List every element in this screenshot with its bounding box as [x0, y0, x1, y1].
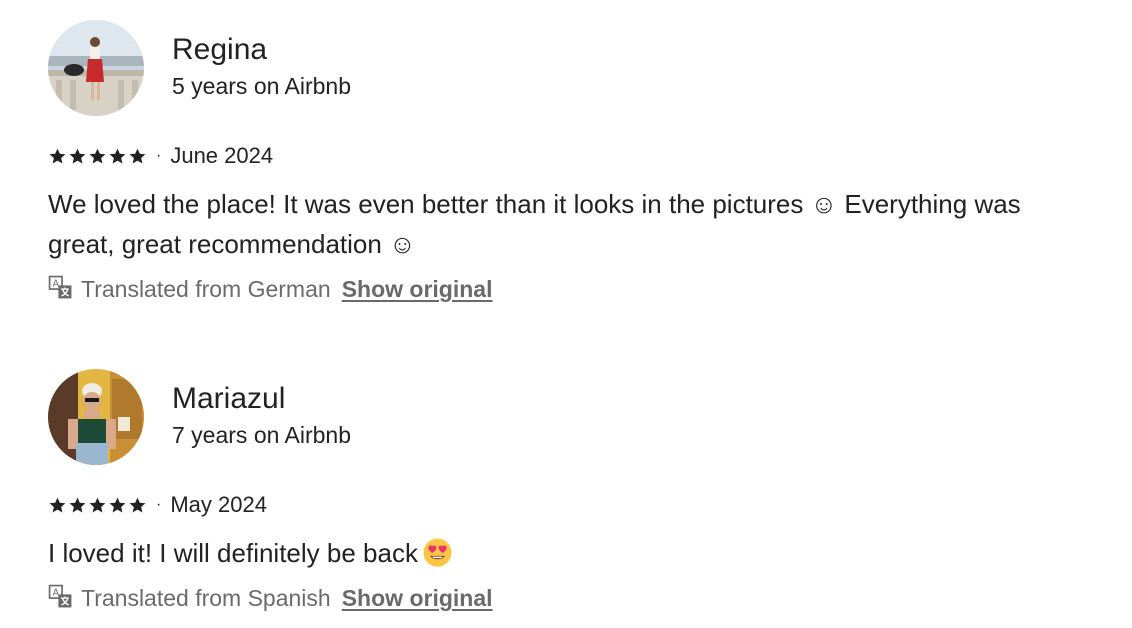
- rating-line: · May 2024: [48, 491, 1108, 519]
- star-icon: [49, 497, 66, 513]
- star-icon: [129, 497, 146, 513]
- star-icon: [49, 148, 66, 164]
- reviewer-header: Mariazul 7 years on Airbnb: [48, 369, 1108, 465]
- review-card: Mariazul 7 years on Airbnb · May 2024 I …: [48, 369, 1108, 613]
- star-icon: [109, 497, 126, 513]
- avatar-photo: [48, 20, 144, 116]
- review-date: May 2024: [170, 492, 267, 517]
- star-icon: [89, 148, 106, 164]
- star-icon: [109, 148, 126, 164]
- separator-dot: ·: [156, 147, 162, 164]
- reviewer-header: Regina 5 years on Airbnb: [48, 20, 1108, 116]
- reviewer-tenure: 5 years on Airbnb: [172, 72, 352, 99]
- show-original-link[interactable]: Show original: [342, 274, 493, 304]
- star-icon: [69, 497, 86, 513]
- review-card: Regina 5 years on Airbnb · June 2024 We …: [48, 20, 1108, 304]
- avatar[interactable]: [48, 20, 144, 116]
- star-icon: [89, 497, 106, 513]
- show-original-link[interactable]: Show original: [342, 583, 493, 613]
- rating-line: · June 2024: [48, 142, 1108, 170]
- star-icon: [129, 148, 146, 164]
- review-text: I loved it! I will definitely be back: [48, 538, 418, 568]
- review-date: June 2024: [170, 143, 274, 168]
- star-rating: [48, 147, 147, 166]
- reviewer-tenure: 7 years on Airbnb: [172, 421, 352, 448]
- separator-dot: ·: [156, 496, 162, 513]
- avatar[interactable]: [48, 369, 144, 465]
- translation-row: A Translated from German Show original: [48, 274, 1108, 304]
- translation-note: Translated from Spanish: [81, 585, 331, 611]
- review-text: We loved the place! It was even better t…: [48, 189, 1021, 259]
- reviewer-name: Mariazul: [172, 381, 286, 415]
- translate-icon: A: [48, 584, 72, 607]
- heart-eyes-emoji-icon: [423, 538, 452, 568]
- avatar-photo: [48, 369, 144, 465]
- review-text-container: I loved it! I will definitely be back: [48, 533, 1088, 573]
- translation-note: Translated from German: [81, 276, 331, 302]
- translation-row: A Translated from Spanish Show original: [48, 583, 1108, 613]
- star-icon: [69, 148, 86, 164]
- translate-icon: A: [48, 275, 72, 298]
- reviews-list: Regina 5 years on Airbnb · June 2024 We …: [0, 0, 1132, 628]
- reviewer-name: Regina: [172, 32, 268, 66]
- star-rating: [48, 496, 147, 515]
